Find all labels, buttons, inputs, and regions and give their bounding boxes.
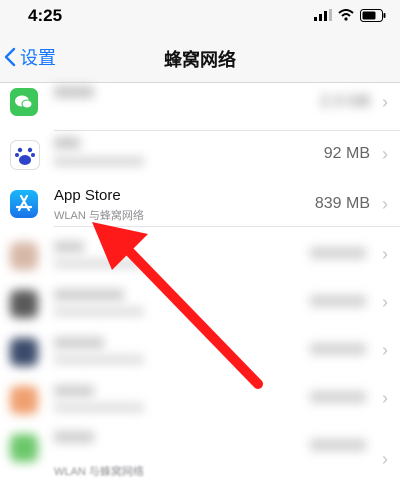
red-arrow-annotation (92, 222, 263, 389)
